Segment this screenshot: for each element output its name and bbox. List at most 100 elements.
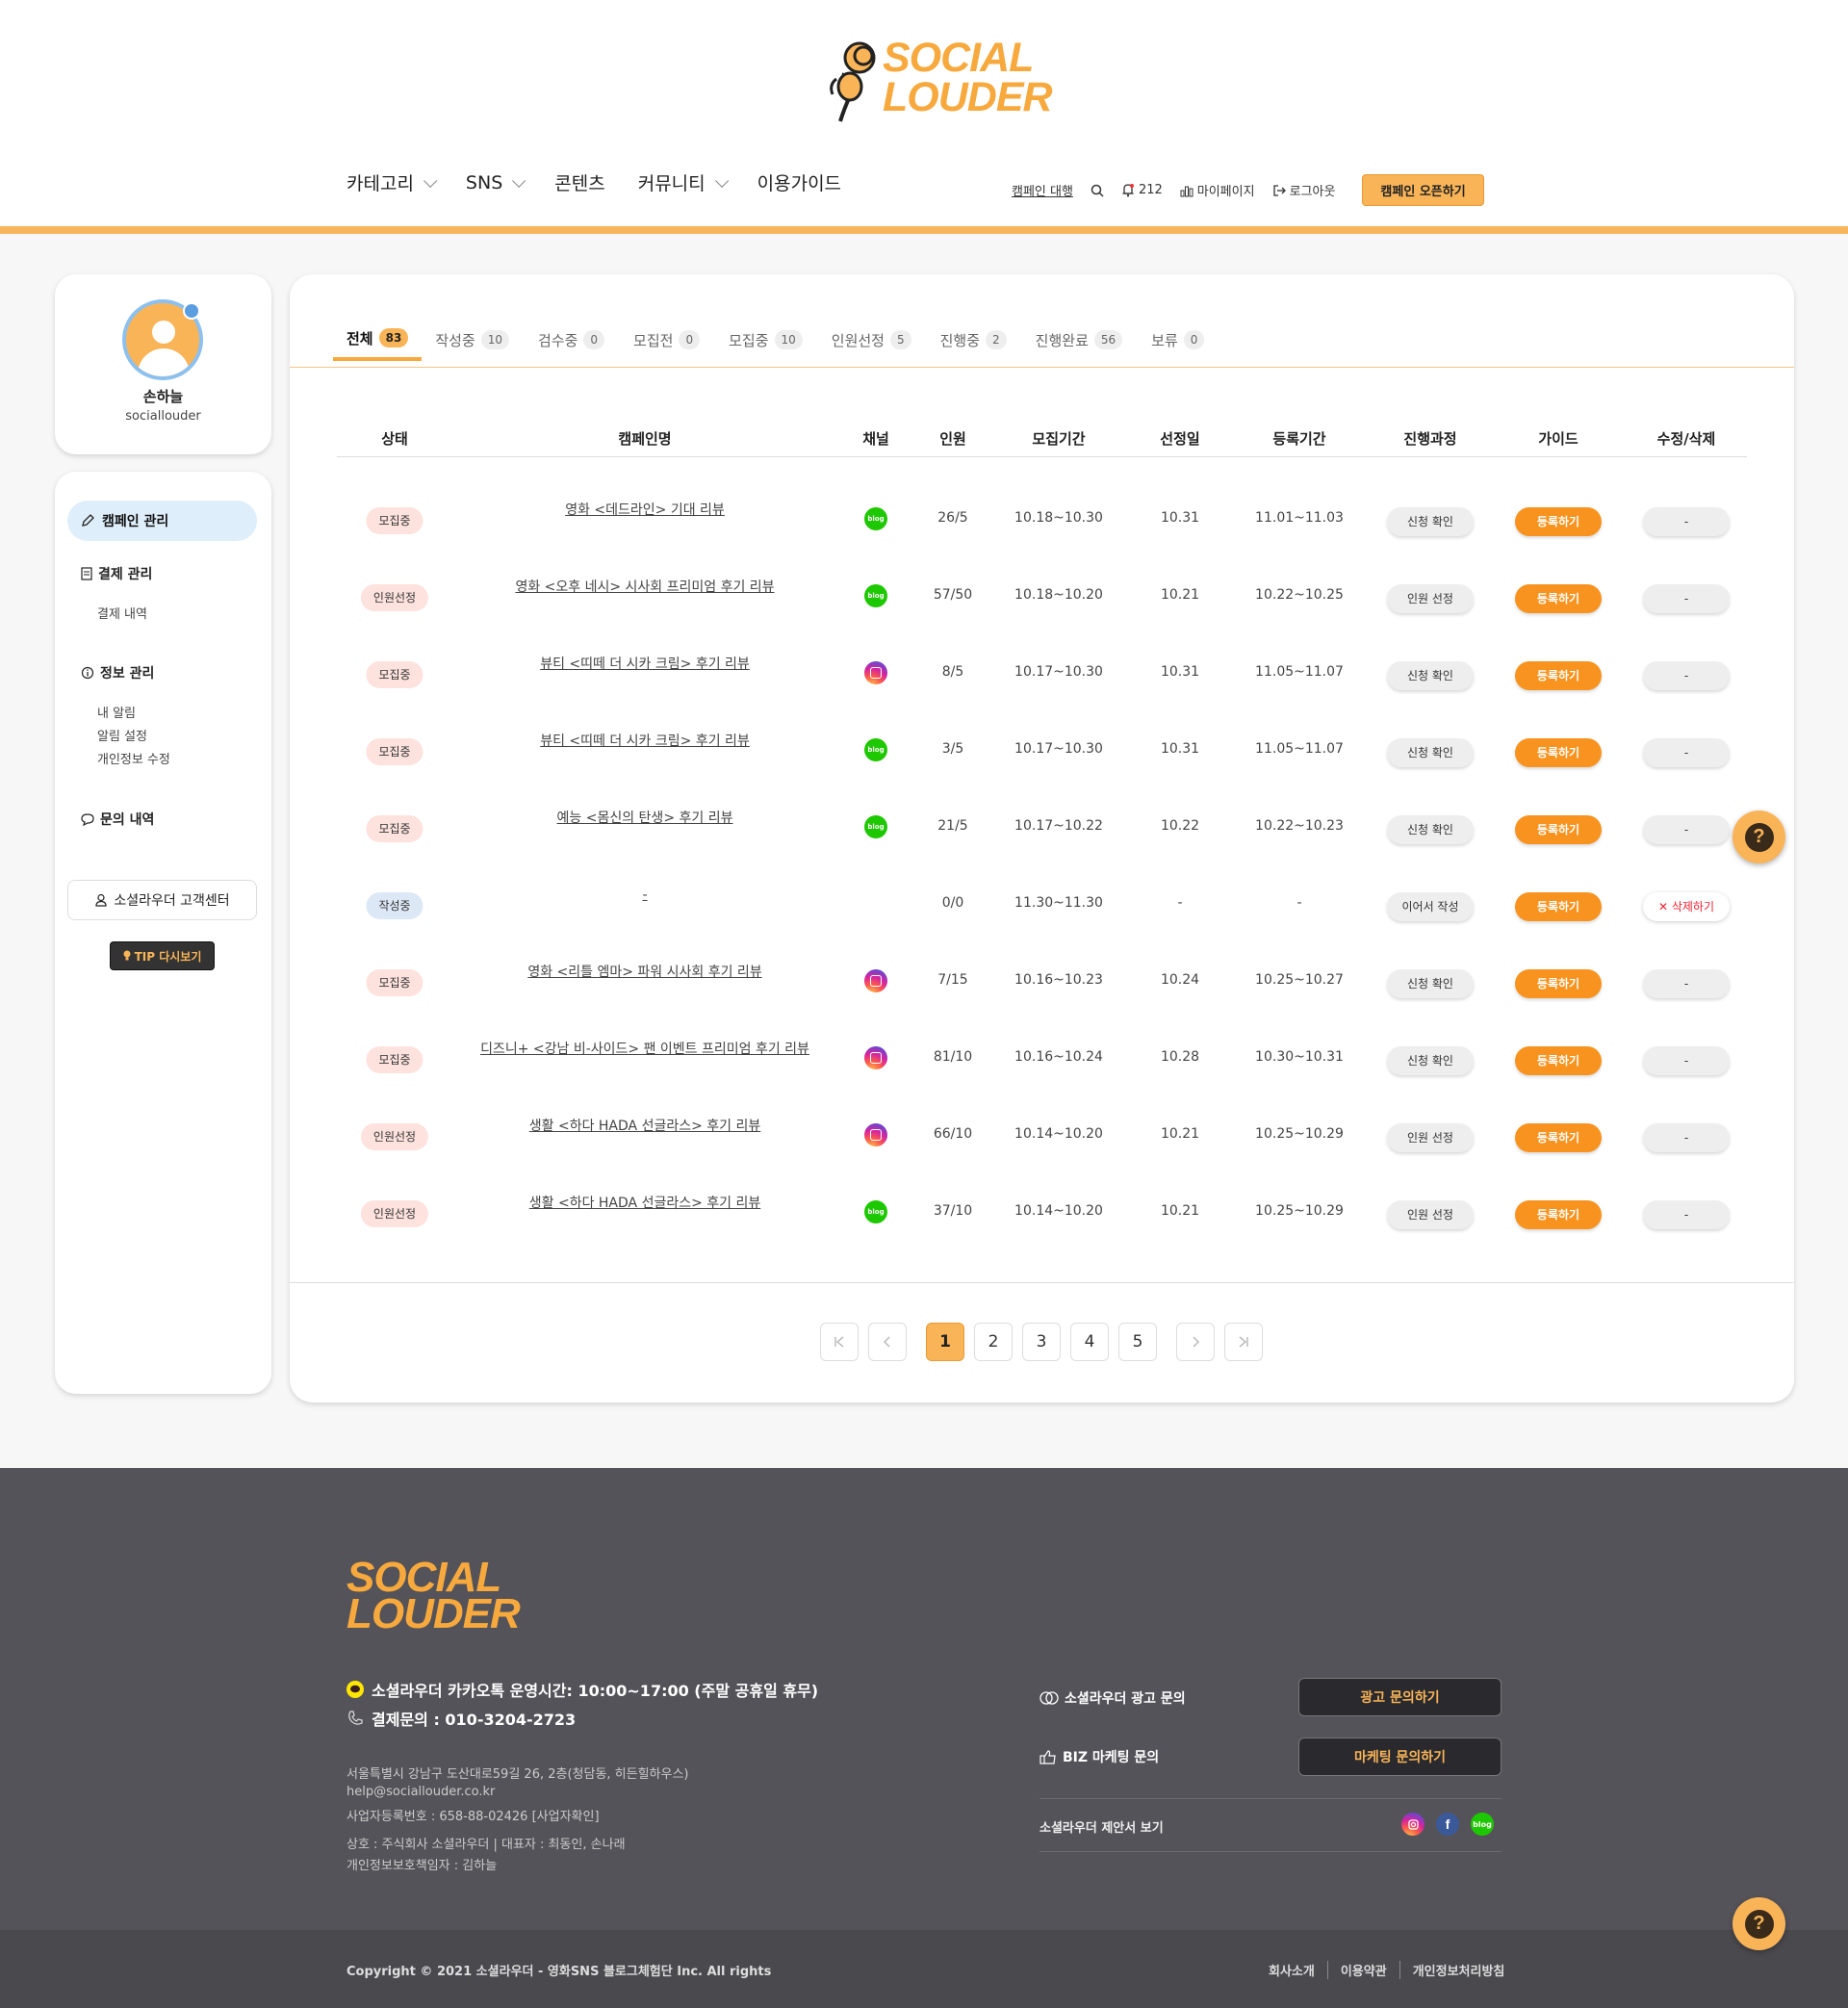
edit-button[interactable]: - xyxy=(1643,815,1730,844)
register-guide-button[interactable]: 등록하기 xyxy=(1515,969,1602,998)
campaign-name-link[interactable]: 영화 <데드라인> 기대 리뷰 xyxy=(565,502,725,518)
prev-page-button[interactable] xyxy=(868,1323,907,1361)
campaign-name-link[interactable]: 예능 <몸신의 탄생> 후기 리뷰 xyxy=(557,811,733,826)
process-button[interactable]: 인원 선정 xyxy=(1387,1123,1474,1152)
tab-0[interactable]: 전체 83 xyxy=(333,319,423,361)
nav-contents[interactable]: 콘텐츠 xyxy=(554,169,604,195)
people-count: 8/5 xyxy=(941,664,964,680)
sidebar-item-edit-profile[interactable]: 개인정보 수정 xyxy=(97,749,170,767)
tab-4[interactable]: 모집중 10 xyxy=(729,319,818,361)
register-guide-button[interactable]: 등록하기 xyxy=(1515,1200,1602,1229)
edit-button[interactable]: - xyxy=(1643,1046,1730,1075)
footer-link-about[interactable]: 회사소개 xyxy=(1256,1961,1328,1979)
page-3-button[interactable]: 3 xyxy=(1022,1323,1061,1361)
nav-category[interactable]: 카테고리 xyxy=(346,169,438,195)
edit-avatar-icon[interactable] xyxy=(183,302,200,320)
campaign-agency-link[interactable]: 캠페인 대행 xyxy=(1012,181,1073,199)
tab-6[interactable]: 진행중 2 xyxy=(940,319,1022,361)
process-button[interactable]: 신청 확인 xyxy=(1387,661,1474,690)
table-cell: - xyxy=(642,885,647,906)
mypage-link[interactable]: 마이페이지 xyxy=(1180,181,1255,199)
instagram-icon[interactable] xyxy=(1401,1813,1424,1836)
register-guide-button[interactable]: 등록하기 xyxy=(1515,1123,1602,1152)
sidebar-item-info-manage[interactable]: 정보 관리 xyxy=(81,663,154,682)
page-2-button[interactable]: 2 xyxy=(974,1323,1013,1361)
tab-3[interactable]: 모집전 0 xyxy=(633,319,715,361)
edit-button[interactable]: - xyxy=(1643,738,1730,767)
table-cell: 10.16~10.24 xyxy=(1014,1046,1103,1068)
sidebar-item-payment-manage[interactable]: 결제 관리 xyxy=(81,564,152,583)
edit-button[interactable]: - xyxy=(1643,661,1730,690)
table-cell: 10.17~10.30 xyxy=(1014,661,1103,682)
edit-button[interactable]: - xyxy=(1643,969,1730,998)
page-4-button[interactable]: 4 xyxy=(1070,1323,1109,1361)
biz-inquiry-button[interactable]: 마케팅 문의하기 xyxy=(1298,1738,1502,1776)
process-button[interactable]: 신청 확인 xyxy=(1387,507,1474,536)
customer-center-button[interactable]: 소셜라우더 고객센터 xyxy=(67,880,257,920)
process-button[interactable]: 신청 확인 xyxy=(1387,969,1474,998)
last-page-button[interactable] xyxy=(1224,1323,1263,1361)
blog-icon[interactable]: blog xyxy=(1471,1813,1494,1836)
nav-guide[interactable]: 이용가이드 xyxy=(757,169,841,195)
campaign-name-link[interactable]: 영화 <리틀 엠마> 파워 시사회 후기 리뷰 xyxy=(527,965,761,980)
proposal-link[interactable]: 소셜라우더 제안서 보기 xyxy=(1040,1817,1164,1836)
nav-sns[interactable]: SNS xyxy=(466,169,526,195)
tab-5[interactable]: 인원선정 5 xyxy=(832,319,927,361)
search-button[interactable] xyxy=(1091,184,1104,197)
register-guide-button[interactable]: 등록하기 xyxy=(1515,1046,1602,1075)
sidebar-item-payment-history[interactable]: 결제 내역 xyxy=(97,604,147,622)
register-guide-button[interactable]: 등록하기 xyxy=(1515,815,1602,844)
facebook-icon[interactable]: f xyxy=(1436,1813,1459,1836)
nav-community[interactable]: 커뮤니티 xyxy=(638,169,729,195)
footer-link-terms[interactable]: 이용약관 xyxy=(1328,1961,1400,1979)
footer-privacy-officer: 개인정보보호책임자 : 김하늘 xyxy=(346,1859,498,1873)
next-page-button[interactable] xyxy=(1176,1323,1215,1361)
table-cell: 10.25~10.29 xyxy=(1255,1123,1344,1145)
page-5-button[interactable]: 5 xyxy=(1118,1323,1157,1361)
campaign-name-link[interactable]: 생활 <하다 HADA 선글라스> 후기 리뷰 xyxy=(529,1196,761,1211)
notification-button[interactable]: 212 xyxy=(1121,183,1163,197)
register-guide-button[interactable]: 등록하기 xyxy=(1515,507,1602,536)
sidebar-item-alert-settings[interactable]: 알림 설정 xyxy=(97,726,147,744)
process-button[interactable]: 신청 확인 xyxy=(1387,1046,1474,1075)
utility-menu: 캠페인 대행 212 마이페이지 로그아웃 캠페인 오픈하기 xyxy=(1012,174,1484,206)
campaign-name-link[interactable]: 영화 <오후 네시> 시사회 프리미엄 후기 리뷰 xyxy=(515,579,774,595)
tab-8[interactable]: 보류 0 xyxy=(1151,319,1219,361)
sidebar-item-campaign-manage[interactable]: 캠페인 관리 xyxy=(67,501,257,541)
first-page-button[interactable] xyxy=(820,1323,859,1361)
footer-link-privacy[interactable]: 개인정보처리방침 xyxy=(1400,1961,1505,1979)
logout-link[interactable]: 로그아웃 xyxy=(1272,181,1335,199)
process-button[interactable]: 신청 확인 xyxy=(1387,738,1474,767)
site-logo[interactable]: SOCIAL LOUDER xyxy=(823,37,1053,128)
page-1-button[interactable]: 1 xyxy=(926,1323,964,1361)
campaign-name-link[interactable]: 생활 <하다 HADA 선글라스> 후기 리뷰 xyxy=(529,1119,761,1134)
campaign-name-link[interactable]: 뷰티 <띠떼 더 시카 크림> 후기 리뷰 xyxy=(540,656,750,672)
edit-button[interactable]: - xyxy=(1643,1123,1730,1152)
tab-7[interactable]: 진행완료 56 xyxy=(1036,319,1138,361)
register-guide-button[interactable]: 등록하기 xyxy=(1515,738,1602,767)
ad-inquiry-button[interactable]: 광고 문의하기 xyxy=(1298,1678,1502,1716)
edit-button[interactable]: - xyxy=(1643,1200,1730,1229)
sidebar-item-inquiries[interactable]: 문의 내역 xyxy=(81,810,154,829)
campaign-name-link[interactable]: 디즈니+ <강남 비-사이드> 팬 이벤트 프리미엄 후기 리뷰 xyxy=(480,1042,809,1057)
register-guide-button[interactable]: 등록하기 xyxy=(1515,892,1602,921)
process-button[interactable]: 신청 확인 xyxy=(1387,815,1474,844)
edit-button[interactable]: - xyxy=(1643,584,1730,613)
campaign-name-link[interactable]: 뷰티 <띠떼 더 시카 크림> 후기 리뷰 xyxy=(540,734,750,749)
campaign-name-link[interactable]: - xyxy=(642,888,647,903)
tab-2[interactable]: 검수중 0 xyxy=(538,319,620,361)
help-button-bottom[interactable]: ? xyxy=(1732,1897,1785,1950)
open-campaign-button[interactable]: 캠페인 오픈하기 xyxy=(1362,174,1484,206)
edit-button[interactable]: - xyxy=(1643,507,1730,536)
table-header: 상태 캠페인명 채널 인원 모집기간 선정일 등록기간 진행과정 가이드 수정/삭제 xyxy=(337,419,1747,457)
help-button[interactable]: ? xyxy=(1732,811,1785,863)
register-guide-button[interactable]: 등록하기 xyxy=(1515,584,1602,613)
delete-button[interactable]: ✕ 삭제하기 xyxy=(1643,892,1730,921)
process-button[interactable]: 이어서 작성 xyxy=(1387,892,1474,921)
tip-button[interactable]: TIP 다시보기 xyxy=(110,941,215,970)
process-button[interactable]: 인원 선정 xyxy=(1387,584,1474,613)
tab-1[interactable]: 작성중 10 xyxy=(435,319,525,361)
process-button[interactable]: 인원 선정 xyxy=(1387,1200,1474,1229)
sidebar-item-my-alerts[interactable]: 내 알림 xyxy=(97,703,136,721)
register-guide-button[interactable]: 등록하기 xyxy=(1515,661,1602,690)
